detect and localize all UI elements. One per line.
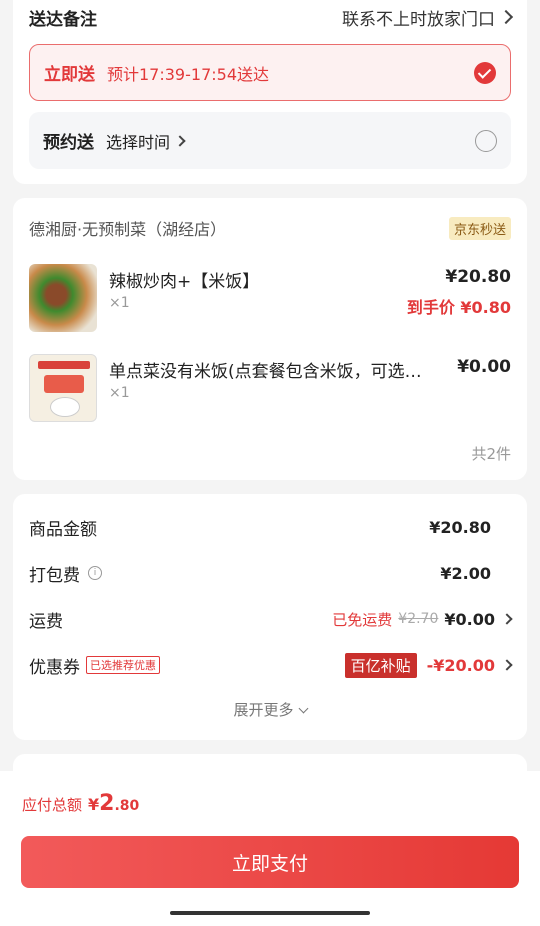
item-final-price: 到手价 ¥0.80	[406, 298, 511, 317]
item-image	[29, 264, 97, 332]
delivery-remark-value[interactable]: 联系不上时放家门口	[342, 5, 514, 30]
payable-currency: ¥	[88, 795, 100, 814]
delivery-remark-text: 联系不上时放家门口	[342, 9, 495, 30]
item-price: ¥0.00	[457, 357, 511, 377]
radio-unchecked-icon[interactable]	[475, 129, 497, 152]
item-total-count: 共2件	[471, 445, 511, 463]
payable-amount-dec: .80	[114, 798, 140, 814]
home-indicator	[170, 911, 370, 915]
expand-more-text: 展开更多	[233, 701, 294, 719]
coupon-label: 优惠券	[29, 657, 80, 678]
delivery-now-estimate: 预计17:39-17:54送达	[107, 64, 269, 84]
store-name: 德湘厨·无预制菜（湖经店）	[29, 220, 227, 239]
item-quantity: ×1	[109, 295, 130, 311]
pay-now-button[interactable]: 立即支付	[21, 836, 519, 888]
packing-fee-value: ¥2.00	[440, 563, 491, 583]
item-name: 单点菜没有米饭(点套餐包含米饭，可选…	[109, 362, 422, 382]
delivery-option-scheduled[interactable]: 预约送 选择时间	[29, 112, 511, 169]
delivery-scheduled-label: 预约送	[43, 133, 94, 153]
expand-more-button[interactable]: 展开更多	[13, 699, 527, 720]
delivery-option-now[interactable]: 立即送 预计17:39-17:54送达	[29, 44, 511, 101]
cart-item[interactable]: 单点菜没有米饭(点套餐包含米饭，可选… ×1 ¥0.00	[29, 354, 511, 424]
shipping-label: 运费	[29, 611, 63, 632]
check-circle-icon[interactable]	[474, 61, 496, 84]
payable-amount-int: 2	[99, 791, 115, 816]
chevron-down-icon	[298, 703, 308, 714]
chevron-right-icon	[174, 134, 186, 147]
goods-amount-value: ¥20.80	[429, 517, 491, 537]
goods-amount-row: 商品金额 ¥20.80	[29, 514, 511, 540]
store-header: 德湘厨·无预制菜（湖经店） 京东秒送	[29, 216, 511, 240]
goods-amount-label: 商品金额	[29, 519, 97, 540]
coupon-row[interactable]: 优惠券 已选推荐优惠 百亿补贴 -¥20.00	[29, 652, 513, 678]
chevron-right-icon	[498, 9, 514, 25]
delivery-badge: 京东秒送	[448, 216, 511, 240]
store-card: 德湘厨·无预制菜（湖经店） 京东秒送 辣椒炒肉+【米饭】 ×1 ¥20.80 到…	[13, 198, 527, 480]
free-shipping-text: 已免运费	[332, 610, 393, 629]
coupon-value: -¥20.00	[426, 655, 495, 675]
chevron-right-icon	[501, 613, 513, 625]
checkout-footer: 应付总额 ¥2.80 立即支付	[0, 771, 540, 926]
original-shipping-fee: ¥2.70	[398, 611, 439, 627]
delivery-remark-label: 送达备注	[29, 9, 97, 30]
delivery-now-label: 立即送	[44, 65, 95, 85]
choose-time-link[interactable]: 选择时间	[106, 129, 186, 153]
subsidy-badge: 百亿补贴	[344, 652, 417, 678]
choose-time-text: 选择时间	[106, 132, 171, 152]
info-icon[interactable]: i	[88, 566, 102, 580]
delivery-card: 送达备注 联系不上时放家门口 立即送 预计17:39-17:54送达 预约送 选…	[13, 0, 527, 184]
packing-fee-label: 打包费	[29, 565, 80, 586]
cart-item[interactable]: 辣椒炒肉+【米饭】 ×1 ¥20.80 到手价 ¥0.80	[29, 264, 511, 334]
item-image	[29, 354, 97, 422]
packing-fee-row: 打包费 i ¥2.00	[29, 560, 511, 586]
item-quantity: ×1	[109, 385, 130, 401]
item-price: ¥20.80	[445, 267, 511, 287]
shipping-row[interactable]: 运费 已免运费 ¥2.70 ¥0.00	[29, 606, 513, 632]
item-name: 辣椒炒肉+【米饭】	[109, 272, 260, 292]
payable-label: 应付总额	[22, 796, 83, 814]
shipping-value: ¥0.00	[444, 609, 495, 629]
recommended-coupon-tag: 已选推荐优惠	[86, 656, 160, 674]
delivery-remark-row[interactable]: 送达备注 联系不上时放家门口	[29, 2, 514, 32]
chevron-right-icon	[501, 659, 513, 671]
payable-total: 应付总额 ¥2.80	[22, 791, 139, 816]
amounts-card: 商品金额 ¥20.80 打包费 i ¥2.00 运费 已免运费 ¥2.70 ¥0…	[13, 494, 527, 740]
